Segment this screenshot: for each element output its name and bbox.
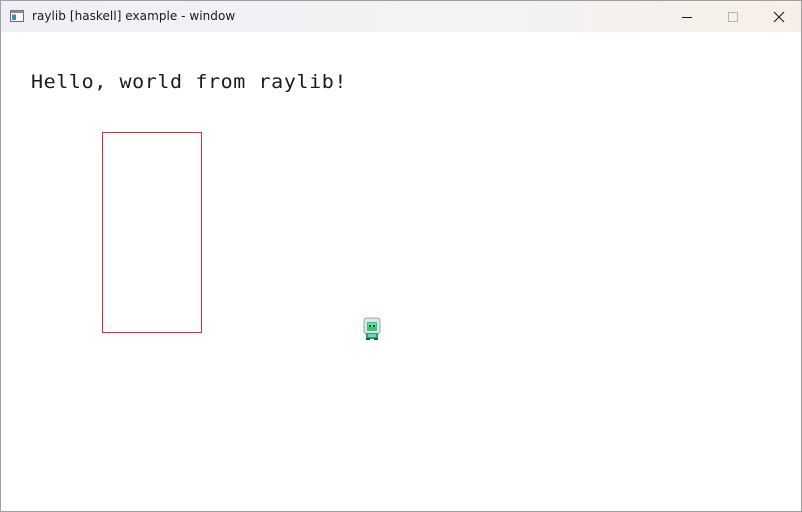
raylib-canvas[interactable]: Hello, world from raylib!	[1, 32, 801, 511]
hello-text: Hello, world from raylib!	[31, 70, 348, 93]
window-title: raylib [haskell] example - window	[32, 9, 236, 23]
close-button[interactable]	[756, 1, 801, 32]
title-bar[interactable]: raylib [haskell] example - window	[1, 1, 801, 32]
character-sprite-icon	[363, 317, 381, 340]
window-app-icon	[10, 10, 24, 22]
minimize-icon	[682, 16, 692, 18]
maximize-button[interactable]	[710, 1, 756, 32]
minimize-button[interactable]	[664, 1, 710, 32]
maximize-icon	[728, 11, 738, 22]
close-icon	[773, 11, 785, 22]
app-window: raylib [haskell] example - window Hello,…	[0, 0, 802, 512]
red-rectangle-outline	[102, 132, 202, 333]
